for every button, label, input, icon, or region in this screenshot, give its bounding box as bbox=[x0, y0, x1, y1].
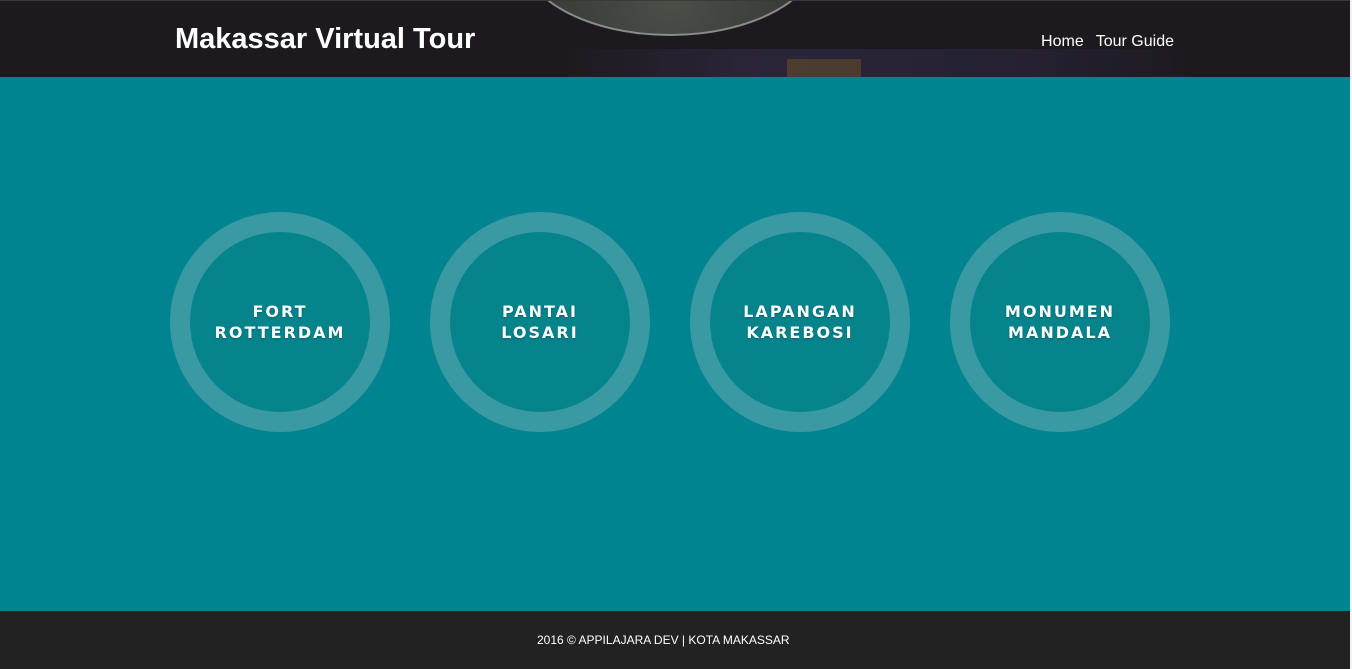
destination-list: FORT ROTTERDAM PANTAI LOSARI LAPANGAN KA… bbox=[170, 212, 1170, 432]
header-background-light bbox=[787, 59, 861, 77]
destination-circle-inner: PANTAI LOSARI bbox=[450, 232, 630, 412]
hero-image-circle bbox=[520, 1, 820, 36]
site-title[interactable]: Makassar Virtual Tour bbox=[175, 21, 475, 57]
destination-circle-inner: LAPANGAN KAREBOSI bbox=[710, 232, 890, 412]
destination-circle-inner: FORT ROTTERDAM bbox=[190, 232, 370, 412]
destination-fort-rotterdam[interactable]: FORT ROTTERDAM bbox=[170, 212, 390, 432]
main-nav: Home Tour Guide bbox=[1041, 32, 1174, 52]
destination-monumen-mandala[interactable]: MONUMEN MANDALA bbox=[950, 212, 1170, 432]
site-header: Makassar Virtual Tour Home Tour Guide bbox=[0, 0, 1350, 77]
destination-label: LAPANGAN KAREBOSI bbox=[743, 302, 857, 342]
destination-pantai-losari[interactable]: PANTAI LOSARI bbox=[430, 212, 650, 432]
destination-label: MONUMEN MANDALA bbox=[1004, 302, 1116, 342]
destination-label: FORT ROTTERDAM bbox=[214, 302, 346, 342]
destination-lapangan-karebosi[interactable]: LAPANGAN KAREBOSI bbox=[690, 212, 910, 432]
nav-home-link[interactable]: Home bbox=[1041, 32, 1084, 52]
destination-circle-inner: MONUMEN MANDALA bbox=[970, 232, 1150, 412]
footer-copyright: 2016 © APPILAJARA DEV | KOTA MAKASSAR bbox=[537, 633, 790, 647]
site-footer: 2016 © APPILAJARA DEV | KOTA MAKASSAR bbox=[0, 611, 1350, 669]
main-content: FORT ROTTERDAM PANTAI LOSARI LAPANGAN KA… bbox=[0, 77, 1350, 611]
destination-label: PANTAI LOSARI bbox=[501, 302, 579, 342]
header-background-image bbox=[560, 49, 1200, 77]
nav-tour-guide-link[interactable]: Tour Guide bbox=[1096, 32, 1174, 52]
